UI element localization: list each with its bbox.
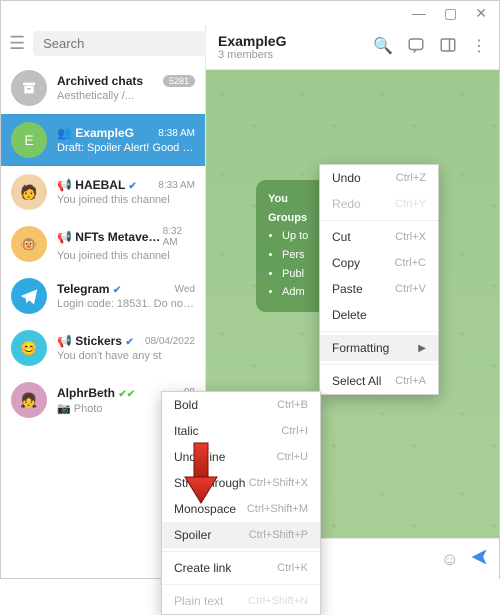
chat-preview: Login code: 18531. Do not giv... [57,298,195,310]
fmt-monospace[interactable]: MonospaceCtrl+Shift+M [162,496,320,522]
sidepanel-icon[interactable] [439,36,457,59]
maximize-button[interactable]: ▢ [444,5,457,22]
verified-icon: ✔ [128,181,136,192]
fmt-create-link[interactable]: Create linkCtrl+K [162,555,320,581]
archive-icon [11,70,47,106]
fmt-plain-text: Plain textCtrl+Shift+N [162,588,320,614]
chat-time: 8:33 AM [158,180,195,191]
chat-name: 📢 HAEBAL ✔ [57,178,137,192]
chat-telegram[interactable]: Telegram ✔ Wed Login code: 18531. Do not … [1,270,205,322]
chat-name: Archived chats [57,74,143,88]
chat-time: Wed [175,284,195,295]
chat-preview: You joined this channel [57,250,195,262]
verified-icon: ✔ [113,285,121,296]
chat-preview: Draft: Spoiler Alert! Good day! [57,142,195,154]
chat-time: 8:32 AM [163,226,195,248]
chevron-right-icon: ▶ [418,343,426,354]
fmt-spoiler[interactable]: SpoilerCtrl+Shift+P [162,522,320,548]
comments-icon[interactable] [407,36,425,59]
chat-preview: You don't have any st [57,350,195,362]
avatar: 😊 [11,330,47,366]
chat-name: 📢 Stickers ✔ [57,334,134,348]
context-menu: UndoCtrl+Z RedoCtrl+Y CutCtrl+X CopyCtrl… [319,164,439,395]
chat-haebal[interactable]: 🧑 📢 HAEBAL ✔ 8:33 AM You joined this chan… [1,166,205,218]
telegram-icon [11,278,47,314]
minimize-button[interactable]: — [412,5,426,21]
fmt-bold[interactable]: BoldCtrl+B [162,392,320,418]
menu-copy[interactable]: CopyCtrl+C [320,250,438,276]
more-icon[interactable]: ⋮ [471,36,487,59]
menu-paste[interactable]: PasteCtrl+V [320,276,438,302]
chat-preview: You joined this channel [57,194,195,206]
chat-time: 8:38 AM [158,128,195,139]
read-checks-icon: ✔✔ [118,389,135,400]
avatar: 🐵 [11,226,47,262]
emoji-icon[interactable]: ☺ [441,549,459,570]
window-titlebar: — ▢ ✕ [1,1,499,25]
avatar: 🧑 [11,174,47,210]
chat-subtitle: 3 members [218,49,286,61]
close-button[interactable]: ✕ [475,5,487,22]
chat-title: ExampleG [218,33,286,49]
menu-delete[interactable]: Delete [320,302,438,328]
formatting-submenu: BoldCtrl+B ItalicCtrl+I UnderlineCtrl+U … [161,391,321,615]
chat-name: Telegram ✔ [57,282,121,296]
chat-nfts[interactable]: 🐵 📢 NFTs Metaverse...8:32 AM You joined … [1,218,205,270]
chat-archived[interactable]: Archived chats 5281 Aesthetically /... [1,62,205,114]
chat-name: AlphrBeth ✔✔ [57,386,135,400]
menu-redo: RedoCtrl+Y [320,191,438,217]
menu-selectall[interactable]: Select AllCtrl+A [320,368,438,394]
fmt-italic[interactable]: ItalicCtrl+I [162,418,320,444]
search-icon[interactable]: 🔍 [373,36,393,59]
fmt-underline[interactable]: UnderlineCtrl+U [162,444,320,470]
menu-undo[interactable]: UndoCtrl+Z [320,165,438,191]
avatar: 👧 [11,382,47,418]
chat-name: 👥 ExampleG [57,126,134,140]
chat-time: 08/04/2022 [145,336,195,347]
menu-icon[interactable]: ☰ [9,33,25,54]
unread-badge: 5281 [163,75,195,87]
chat-name: 📢 NFTs Metaverse... [57,230,163,244]
search-input[interactable] [33,31,229,56]
chat-header: ExampleG 3 members 🔍 ⋮ [206,25,499,70]
chat-stickers[interactable]: 😊 📢 Stickers ✔ 08/04/2022 You don't have … [1,322,205,374]
chat-preview: Aesthetically /... [57,90,195,102]
menu-cut[interactable]: CutCtrl+X [320,224,438,250]
chat-exampleg[interactable]: E 👥 ExampleG 8:38 AM Draft: Spoiler Alert… [1,114,205,166]
fmt-strikethrough[interactable]: StrikethroughCtrl+Shift+X [162,470,320,496]
send-button[interactable] [469,547,489,572]
verified-icon: ✔ [125,337,133,348]
avatar: E [11,122,47,158]
menu-formatting[interactable]: Formatting▶ [320,335,438,361]
